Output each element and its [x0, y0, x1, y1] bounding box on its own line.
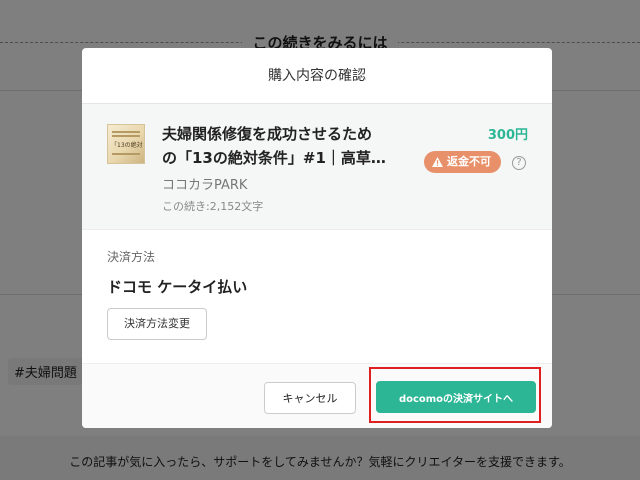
help-icon[interactable]: ?: [512, 156, 526, 170]
warning-icon: [432, 157, 443, 167]
remaining-length: この続き:2,152文字: [162, 200, 264, 213]
product-summary: 「13の絶対 夫婦関係修復を成功させるため の「13の絶対条件」#1｜高草… コ…: [82, 104, 552, 230]
article-thumbnail: 「13の絶対: [107, 124, 145, 164]
highlight-box: [369, 367, 541, 423]
product-title: 夫婦関係修復を成功させるため の「13の絶対条件」#1｜高草…: [162, 125, 386, 167]
cancel-button[interactable]: キャンセル: [264, 382, 356, 414]
price: 300円: [487, 128, 528, 143]
creator-name: ココカラPARK: [162, 178, 248, 193]
payment-method: ドコモ ケータイ払い: [107, 278, 248, 296]
payment-label: 決済方法: [107, 250, 156, 264]
no-refund-badge: 返金不可: [424, 151, 501, 173]
change-payment-button[interactable]: 決済方法変更: [107, 308, 207, 340]
dialog-title: 購入内容の確認: [82, 48, 552, 104]
